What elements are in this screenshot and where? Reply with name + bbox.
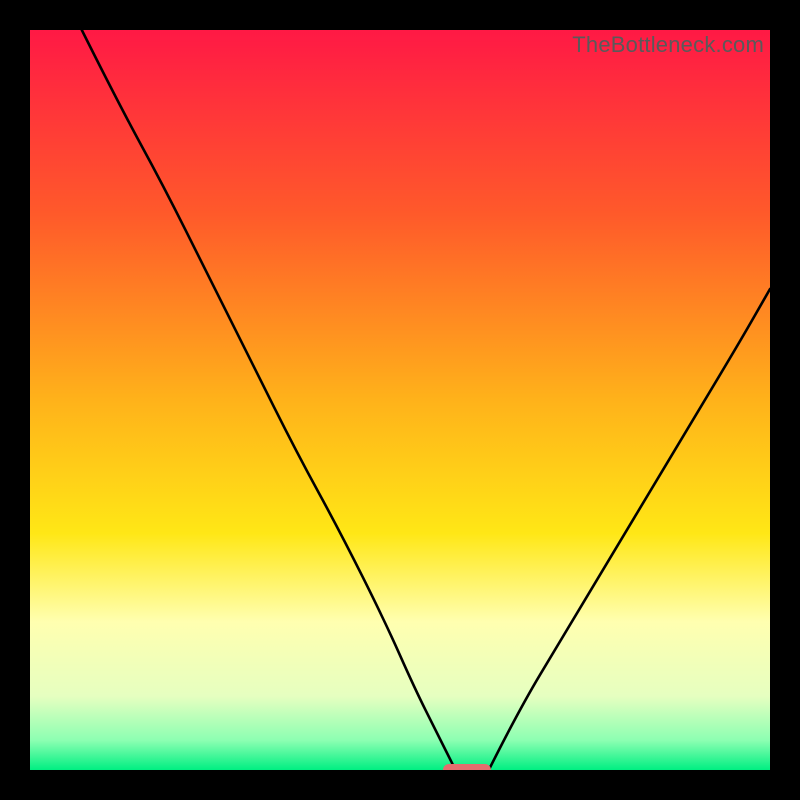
v-curve xyxy=(30,30,770,770)
watermark-text: TheBottleneck.com xyxy=(572,32,764,58)
right-curve-path xyxy=(489,289,770,770)
chart-frame: TheBottleneck.com xyxy=(0,0,800,800)
bottleneck-marker xyxy=(443,764,491,770)
plot-area: TheBottleneck.com xyxy=(30,30,770,770)
left-curve-path xyxy=(82,30,456,770)
